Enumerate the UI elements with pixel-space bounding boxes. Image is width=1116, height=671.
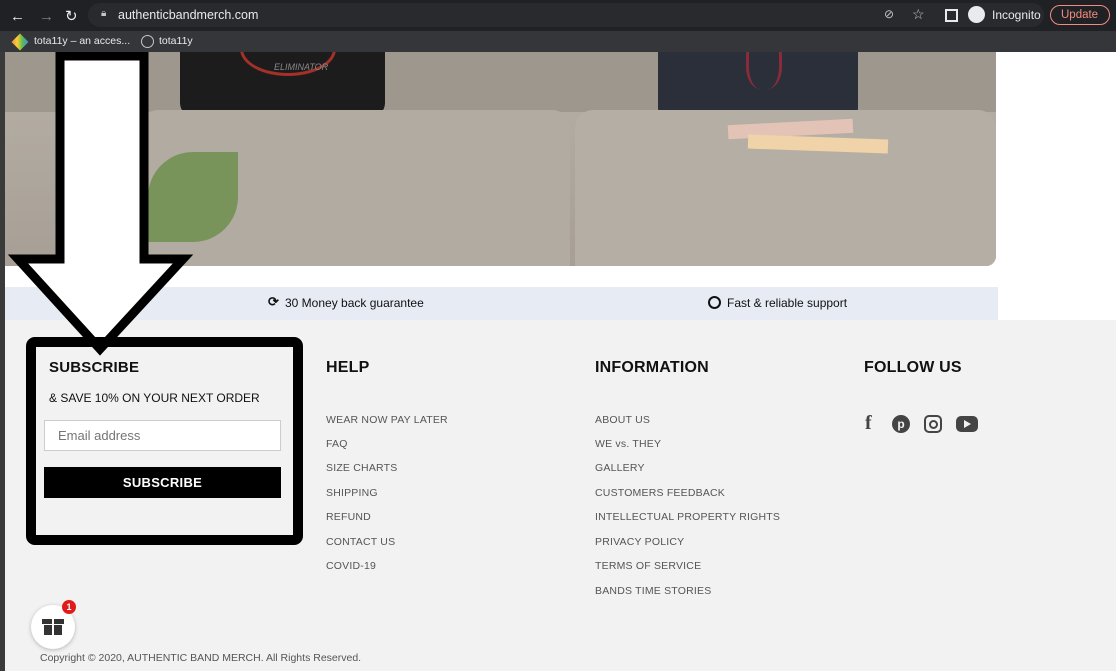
sidepanel-icon[interactable] [945, 9, 958, 22]
band-pillow-left: ELIMINATOR [180, 52, 385, 117]
bookmark-label: tota11y [159, 35, 193, 47]
bookmark-label: tota11y – an acces... [34, 35, 131, 47]
update-label: Update [1061, 9, 1099, 21]
hero-section: ELIMINATOR ⟳ 30 Money back guarantee Fas… [0, 52, 1116, 320]
help-link-faq[interactable]: FAQ [326, 438, 348, 450]
plant [148, 152, 238, 242]
info-link-gallery[interactable]: GALLERY [595, 462, 645, 474]
email-field[interactable] [44, 420, 281, 451]
gift-widget-button[interactable]: 1 [31, 600, 76, 649]
help-link-pay-later[interactable]: WEAR NOW PAY LATER [326, 414, 448, 426]
incognito-icon [968, 6, 985, 23]
follow-title: FOLLOW US [864, 359, 962, 376]
reload-icon[interactable]: ↻ [65, 7, 78, 25]
gift-icon [42, 619, 64, 635]
information-title: INFORMATION [595, 359, 709, 376]
info-link-we-vs-they[interactable]: WE vs. THEY [595, 438, 661, 450]
browser-toolbar: ← → ↻ 🔒︎ authenticbandmerch.com ⊘ ☆ Inco… [0, 0, 1116, 31]
lock-icon: 🔒︎ [101, 8, 107, 19]
feature-money-back: 30 Money back guarantee [285, 296, 424, 310]
globe-icon [141, 35, 154, 48]
help-link-refund[interactable]: REFUND [326, 511, 371, 523]
help-link-size-charts[interactable]: SIZE CHARTS [326, 462, 397, 474]
back-icon[interactable]: ← [10, 8, 25, 25]
info-link-terms[interactable]: TERMS OF SERVICE [595, 560, 701, 572]
help-link-covid[interactable]: COVID-19 [326, 560, 376, 572]
help-title: HELP [326, 359, 370, 376]
pillow-text: ELIMINATOR [274, 62, 329, 72]
star-icon[interactable]: ☆ [912, 6, 925, 23]
features-band: ⟳ 30 Money back guarantee Fast & reliabl… [0, 287, 998, 320]
feature-support: Fast & reliable support [727, 296, 848, 310]
refresh-icon: ⟳ [268, 294, 279, 309]
update-button[interactable]: Update [1050, 5, 1110, 25]
subscribe-button[interactable]: SUBSCRIBE [44, 467, 281, 498]
info-link-stories[interactable]: BANDS TIME STORIES [595, 585, 711, 597]
address-bar[interactable]: 🔒︎ authenticbandmerch.com ⊘ ☆ Incognito [88, 3, 1044, 27]
bookmarks-bar: tota11y – an acces... tota11y [0, 31, 1116, 52]
subscribe-title: SUBSCRIBE [49, 359, 140, 376]
incognito-label: Incognito [992, 8, 1041, 22]
info-link-privacy[interactable]: PRIVACY POLICY [595, 536, 684, 548]
gift-badge: 1 [62, 600, 76, 614]
info-link-feedback[interactable]: CUSTOMERS FEEDBACK [595, 487, 725, 499]
window-edge [0, 52, 5, 671]
support-icon [708, 296, 721, 309]
subscribe-button-label: SUBSCRIBE [122, 475, 203, 490]
bookmark-tota11y[interactable]: tota11y [141, 34, 201, 49]
info-link-ip-rights[interactable]: INTELLECTUAL PROPERTY RIGHTS [595, 511, 780, 523]
subscribe-subtitle: & SAVE 10% ON YOUR NEXT ORDER [49, 391, 260, 405]
forward-icon[interactable]: → [39, 8, 54, 25]
bookmark-tota11y-access[interactable]: tota11y – an acces... [11, 33, 134, 51]
youtube-icon[interactable] [956, 416, 978, 432]
tota11y-logo-icon [11, 33, 29, 51]
copyright-text: Copyright © 2020, AUTHENTIC BAND MERCH. … [40, 652, 362, 664]
instagram-icon[interactable] [924, 415, 942, 433]
page-content: ELIMINATOR ⟳ 30 Money back guarantee Fas… [0, 52, 1116, 671]
url-text[interactable]: authenticbandmerch.com [118, 8, 258, 22]
sofa-image: ELIMINATOR [0, 52, 996, 266]
eye-slash-icon[interactable]: ⊘ [884, 7, 894, 21]
help-link-shipping[interactable]: SHIPPING [326, 487, 378, 499]
footer: SUBSCRIBE & SAVE 10% ON YOUR NEXT ORDER … [0, 320, 1116, 671]
help-link-contact[interactable]: CONTACT US [326, 536, 395, 548]
pinterest-icon[interactable]: p [892, 415, 910, 433]
facebook-icon[interactable]: f [865, 412, 872, 435]
info-link-about[interactable]: ABOUT US [595, 414, 650, 426]
